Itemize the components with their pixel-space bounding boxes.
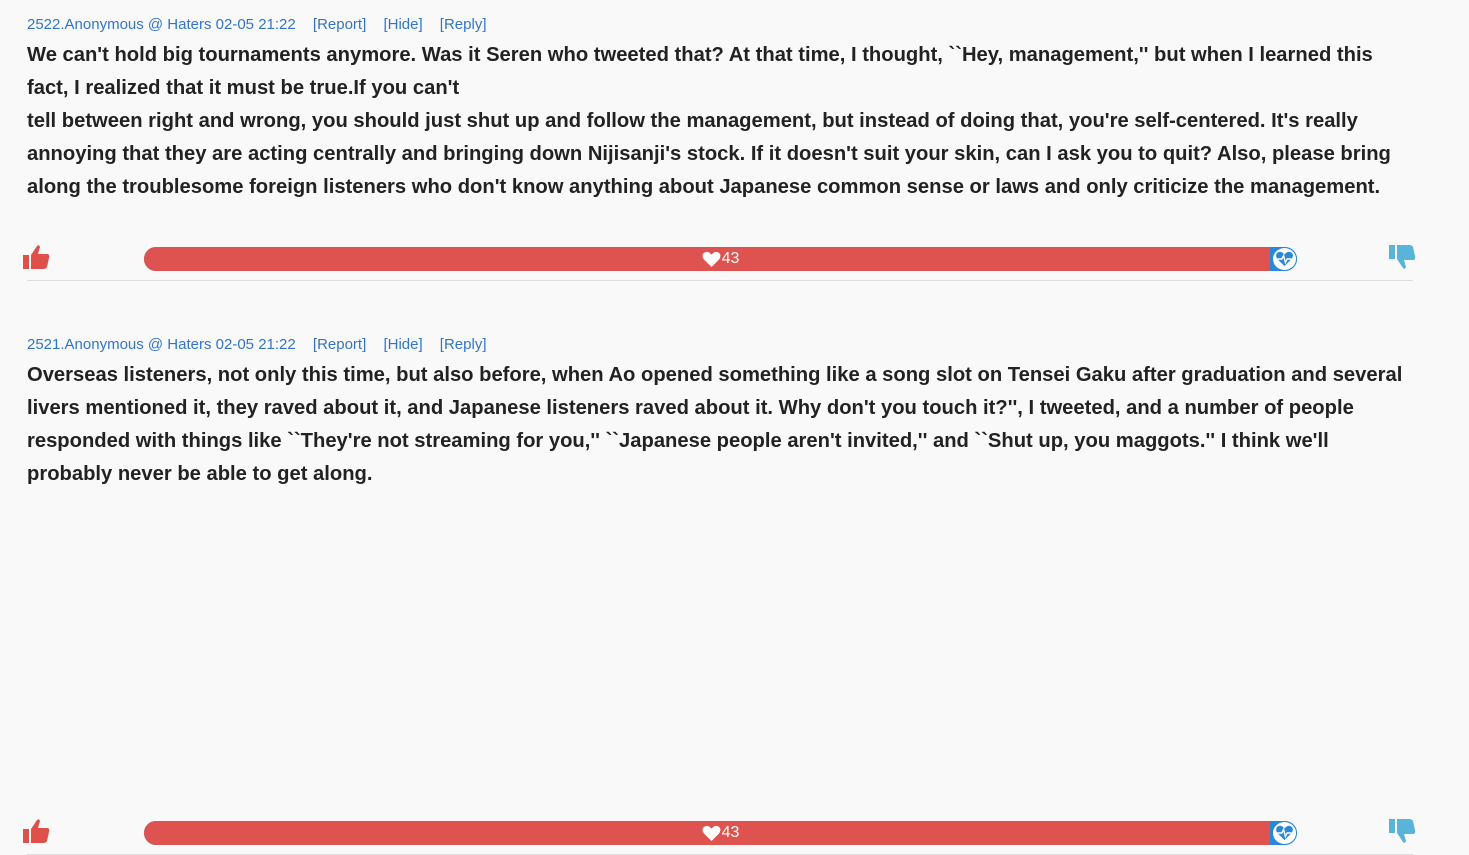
heartbeat-icon [1272, 247, 1297, 271]
reply-link[interactable]: [Reply] [440, 336, 487, 353]
post-header: 2522.Anonymous @ Haters 02-05 21:22 [27, 16, 296, 33]
post-divider [27, 280, 1413, 281]
post-body-line: Overseas listeners, not only this time, … [27, 364, 1403, 485]
good-count: 43 [721, 824, 740, 841]
heart-icon [702, 251, 721, 267]
thumbs-down-icon[interactable] [1388, 243, 1418, 273]
heartbeat-icon [1272, 821, 1297, 845]
hide-link[interactable]: [Hide] [383, 336, 422, 353]
vote-row: 43 [0, 817, 1469, 847]
thumbs-up-icon[interactable] [22, 817, 52, 845]
thumbs-down-icon[interactable] [1388, 817, 1418, 847]
vote-row: 43 [0, 243, 1469, 273]
hide-link[interactable]: [Hide] [383, 16, 422, 33]
post-body-line: tell between right and wrong, you should… [27, 110, 1391, 198]
vote-ratio-bar: 43 [144, 821, 1297, 845]
report-link[interactable]: [Report] [313, 336, 366, 353]
thumbs-up-icon[interactable] [22, 243, 52, 271]
vote-ratio-bar: 43 [144, 247, 1297, 271]
reply-link[interactable]: [Reply] [440, 16, 487, 33]
comment-post: 2521.Anonymous @ Haters 02-05 21:22 [Rep… [23, 334, 1416, 855]
good-count: 43 [721, 250, 740, 267]
heart-icon [702, 825, 721, 841]
post-body: We can't hold big tournaments anymore. W… [27, 39, 1413, 204]
comment-post: 2522.Anonymous @ Haters 02-05 21:22 [Rep… [23, 14, 1416, 281]
report-link[interactable]: [Report] [313, 16, 366, 33]
post-meta: 2522.Anonymous @ Haters 02-05 21:22 [Rep… [27, 14, 1413, 36]
good-count-label: 43 [144, 247, 1297, 271]
post-body-line: We can't hold big tournaments anymore. W… [27, 44, 1373, 99]
good-count-label: 43 [144, 821, 1297, 845]
post-meta: 2521.Anonymous @ Haters 02-05 21:22 [Rep… [27, 334, 1413, 356]
post-body: Overseas listeners, not only this time, … [27, 359, 1413, 491]
post-header: 2521.Anonymous @ Haters 02-05 21:22 [27, 336, 296, 353]
